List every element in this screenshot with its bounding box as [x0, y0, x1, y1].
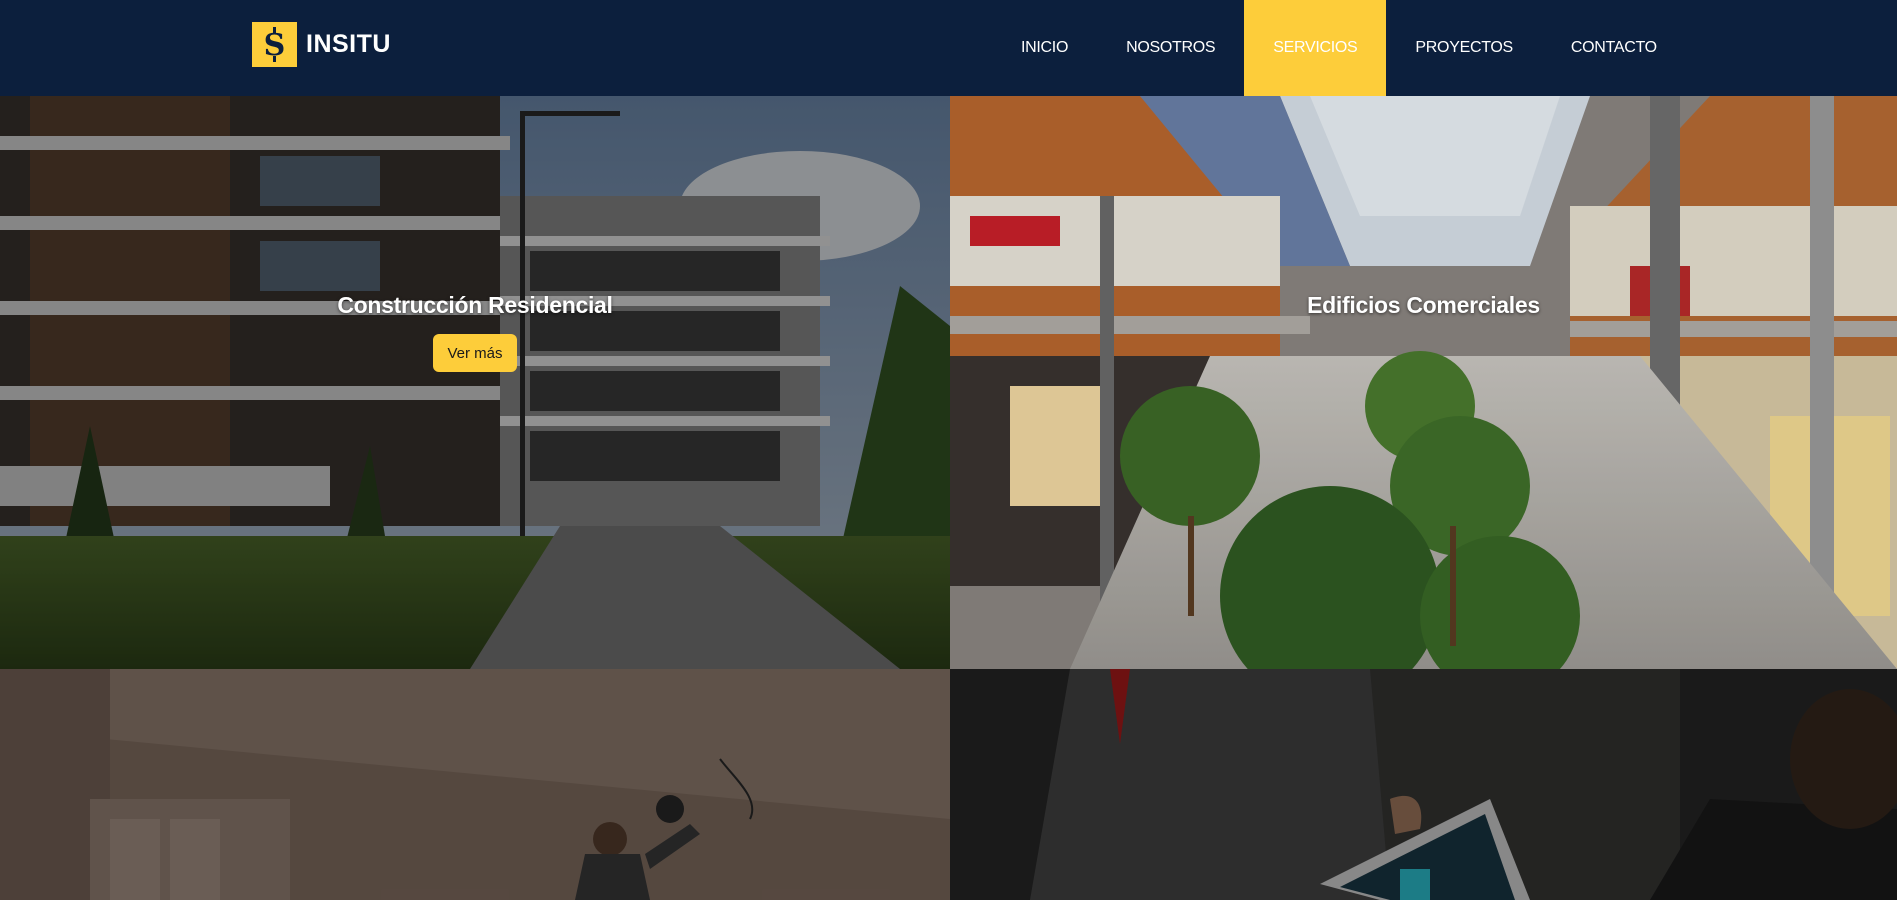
nav-item-nosotros[interactable]: NOSOTROS: [1097, 0, 1244, 96]
service-card-residencial[interactable]: Construcción Residencial Ver más: [0, 96, 950, 669]
nav-item-inicio[interactable]: INICIO: [992, 0, 1097, 96]
nav-item-servicios[interactable]: SERVICIOS: [1244, 0, 1387, 96]
brand-name: INSITU: [306, 30, 391, 58]
nav-item-proyectos[interactable]: PROYECTOS: [1386, 0, 1541, 96]
service-card-team[interactable]: [950, 669, 1897, 900]
service-card-comerciales[interactable]: Edificios Comerciales: [950, 96, 1897, 669]
image-overlay: [950, 669, 1897, 900]
service-card-interior[interactable]: [0, 669, 950, 900]
service-title: Construcción Residencial: [337, 292, 613, 318]
main-nav: INICIO NOSOTROS SERVICIOS PROYECTOS CONT…: [992, 0, 1897, 96]
ver-mas-button[interactable]: Ver más: [433, 334, 517, 372]
services-grid: Construcción Residencial Ver más Edifici…: [0, 96, 1897, 900]
site-header: S INSITU INICIO NOSOTROS SERVICIOS PROYE…: [0, 0, 1897, 96]
service-title: Edificios Comerciales: [1307, 292, 1540, 318]
image-overlay: [0, 96, 950, 669]
nav-item-contacto[interactable]: CONTACTO: [1542, 0, 1686, 96]
logo-link[interactable]: S INSITU: [252, 22, 391, 67]
s-logo-icon: S: [252, 22, 297, 67]
image-overlay: [950, 96, 1897, 669]
image-overlay: [0, 669, 950, 900]
